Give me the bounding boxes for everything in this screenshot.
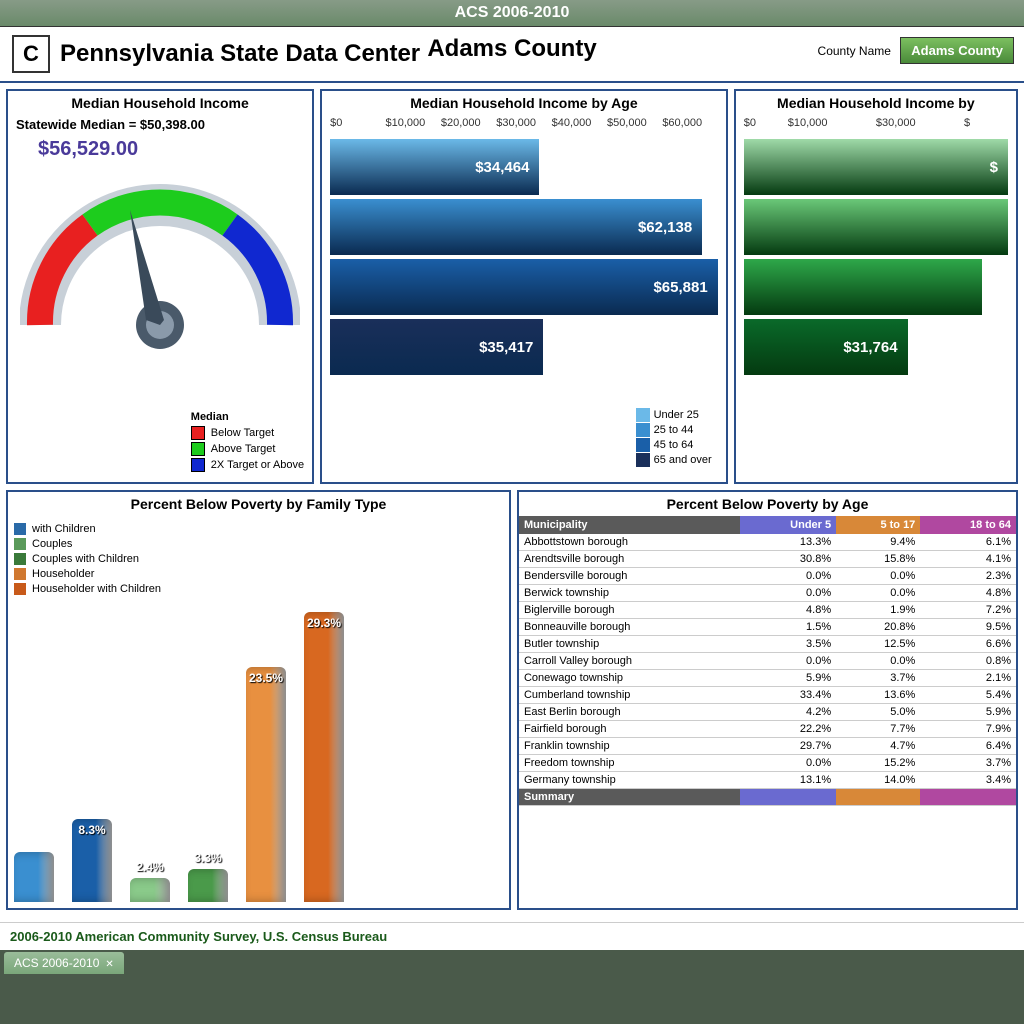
family-bar: 23.5% (246, 667, 286, 902)
income-age2-bar: $ (744, 139, 1008, 195)
table-row: Conewago township5.9%3.7%2.1% (519, 670, 1016, 687)
poverty-table: MunicipalityUnder 55 to 1718 to 64 Abbot… (519, 516, 1016, 806)
org-name: Pennsylvania State Data Center (60, 40, 420, 68)
table-row: Carroll Valley borough0.0%0.0%0.8% (519, 653, 1016, 670)
app-title-bar: ACS 2006-2010 (0, 0, 1024, 27)
family-title: Percent Below Poverty by Family Type (8, 492, 509, 516)
table-row: Arendtsville borough30.8%15.8%4.1% (519, 551, 1016, 568)
table-row: Bendersville borough0.0%0.0%2.3% (519, 568, 1016, 585)
gauge-subtitle: Statewide Median = $50,398.00 (8, 115, 312, 134)
table-row: Cumberland township33.4%13.6%5.4% (519, 687, 1016, 704)
footer-source: 2006-2010 American Community Survey, U.S… (0, 922, 1024, 950)
gauge-title: Median Household Income (8, 91, 312, 115)
family-legend: with ChildrenCouplesCouples with Childre… (8, 516, 509, 602)
family-chart: 8.3% 2.4% 3.3% 23.5% 29.3% (14, 612, 503, 902)
family-bar: 2.4% (130, 878, 170, 902)
income-age-bar: $34,464 (330, 139, 539, 195)
table-row: Abbottstown borough13.3%9.4%6.1% (519, 534, 1016, 551)
table-row: Berwick township0.0%0.0%4.8% (519, 585, 1016, 602)
income-age2-bar: $31,764 (744, 319, 908, 375)
county-selector: County Name Adams County (818, 37, 1014, 64)
income-age-legend: Under 2525 to 4445 to 6465 and over (632, 403, 716, 472)
table-row: Biglerville borough4.8%1.9%7.2% (519, 602, 1016, 619)
income-age-bar: $35,417 (330, 319, 543, 375)
gauge-icon (20, 165, 300, 350)
income-age2-panel: Median Household Income by $0$10,000$30,… (734, 89, 1018, 484)
income-age-title: Median Household Income by Age (322, 91, 726, 115)
income-age-panel: Median Household Income by Age $0$10,000… (320, 89, 728, 484)
income-age2-bar (744, 199, 1008, 255)
family-bar: 3.3% (188, 869, 228, 902)
family-bar: 8.3% (72, 819, 112, 902)
family-bar (14, 852, 54, 902)
table-row: Franklin township29.7%4.7%6.4% (519, 738, 1016, 755)
selector-label: County Name (818, 44, 891, 58)
table-row: Butler township3.5%12.5%6.6% (519, 636, 1016, 653)
county-title: Adams County (427, 35, 596, 63)
worksheet-tab[interactable]: ACS 2006-2010✕ (4, 952, 124, 974)
income-age-bar: $65,881 (330, 259, 718, 315)
poverty-panel: Percent Below Poverty by Age Municipalit… (517, 490, 1018, 910)
county-dropdown[interactable]: Adams County (900, 37, 1014, 64)
income-age2-title: Median Household Income by (736, 91, 1016, 115)
gauge-panel: Median Household Income Statewide Median… (6, 89, 314, 484)
income-age-bar: $62,138 (330, 199, 702, 255)
gauge-legend: Median Below Target Above Target 2X Targ… (191, 409, 304, 474)
poverty-title: Percent Below Poverty by Age (519, 492, 1016, 516)
income-age2-axis: $0$10,000$30,000$ (736, 115, 1016, 131)
income-age2-bar (744, 259, 982, 315)
table-row: Fairfield borough22.2%7.7%7.9% (519, 721, 1016, 738)
table-row: Freedom township0.0%15.2%3.7% (519, 755, 1016, 772)
summary-row: Summary (519, 789, 1016, 806)
income-age-axis: $0$10,000$20,000$30,000$40,000$50,000$60… (322, 115, 726, 131)
family-bar: 29.3% (304, 612, 344, 902)
logo-icon: C (12, 35, 50, 73)
header: C Pennsylvania State Data Center Adams C… (0, 27, 1024, 83)
table-row: Bonneauville borough1.5%20.8%9.5% (519, 619, 1016, 636)
close-icon[interactable]: ✕ (105, 959, 113, 970)
table-row: Germany township13.1%14.0%3.4% (519, 772, 1016, 789)
family-panel: Percent Below Poverty by Family Type wit… (6, 490, 511, 910)
table-row: East Berlin borough4.2%5.0%5.9% (519, 704, 1016, 721)
gauge-value: $56,529.00 (8, 134, 312, 165)
